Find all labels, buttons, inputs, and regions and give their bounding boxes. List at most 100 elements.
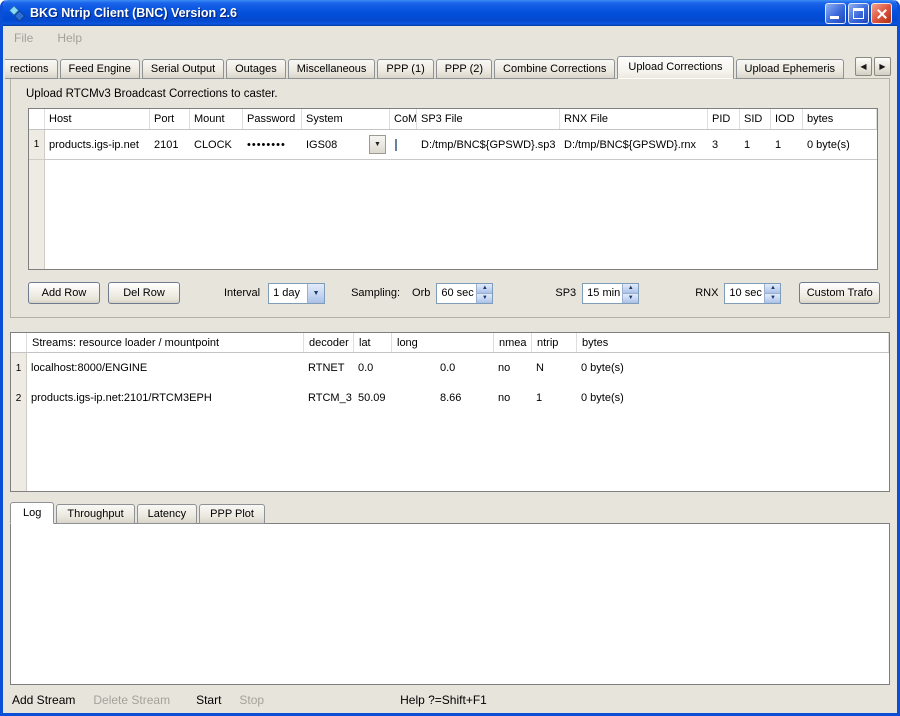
maximize-button[interactable] bbox=[848, 3, 869, 24]
column-header-pid: PID bbox=[708, 109, 740, 129]
add-stream-action[interactable]: Add Stream bbox=[12, 693, 75, 707]
stream-ntrip: N bbox=[532, 362, 577, 374]
row-number: 2 bbox=[11, 383, 26, 413]
column-header-decoder: decoder bbox=[304, 333, 354, 352]
menu-item-file[interactable]: File bbox=[12, 29, 35, 47]
tab-combine-corrections[interactable]: Combine Corrections bbox=[494, 59, 615, 79]
header-corner bbox=[11, 333, 27, 352]
stream-bytes: 0 byte(s) bbox=[577, 392, 889, 404]
dropdown-arrow-icon[interactable]: ▼ bbox=[369, 135, 386, 154]
column-header-mountpoint: Streams: resource loader / mountpoint bbox=[27, 333, 304, 352]
title-bar[interactable]: BKG Ntrip Client (BNC) Version 2.6 bbox=[3, 0, 897, 26]
status-bar: Add Stream Delete Stream Start Stop Help… bbox=[3, 687, 897, 713]
stream-nmea: no bbox=[494, 392, 532, 404]
spin-up-button[interactable]: ▲ bbox=[477, 284, 492, 294]
tab-scroll-left-button[interactable]: ◀ bbox=[855, 57, 872, 76]
sp3-label: SP3 bbox=[555, 287, 576, 299]
column-header-system: System bbox=[302, 109, 390, 129]
stream-nmea: no bbox=[494, 362, 532, 374]
app-window: BKG Ntrip Client (BNC) Version 2.6 File … bbox=[0, 0, 900, 716]
column-header-host: Host bbox=[45, 109, 150, 129]
tab-upload-ephemeris[interactable]: Upload Ephemeris bbox=[736, 59, 845, 79]
sp3-file-field[interactable]: D:/tmp/BNC${GPSWD}.sp3 bbox=[417, 139, 560, 151]
spin-down-button[interactable]: ▼ bbox=[765, 294, 780, 303]
stream-lat: 50.09 bbox=[354, 392, 392, 404]
stream-bytes: 0 byte(s) bbox=[577, 362, 889, 374]
stream-long: 0.0 bbox=[392, 362, 494, 374]
sid-field[interactable]: 1 bbox=[740, 139, 771, 151]
system-select-value: IGS08 bbox=[306, 139, 337, 151]
spin-down-button[interactable]: ▼ bbox=[623, 294, 638, 303]
tab-upload-corrections[interactable]: Upload Corrections bbox=[617, 56, 733, 79]
upload-table-row[interactable]: products.igs-ip.net 2101 CLOCK •••••••• … bbox=[45, 130, 877, 160]
dropdown-arrow-icon[interactable]: ▼ bbox=[307, 284, 324, 303]
tab-bar: rections Feed Engine Serial Output Outag… bbox=[3, 50, 897, 79]
tab-ppp-2[interactable]: PPP (2) bbox=[436, 59, 492, 79]
rnx-spinner[interactable]: 10 sec ▲ ▼ bbox=[724, 283, 781, 304]
delete-stream-action: Delete Stream bbox=[93, 693, 170, 707]
row-number: 1 bbox=[11, 353, 26, 383]
rnx-file-field[interactable]: D:/tmp/BNC${GPSWD}.rnx bbox=[560, 139, 708, 151]
mount-field[interactable]: CLOCK bbox=[190, 139, 243, 151]
del-row-button[interactable]: Del Row bbox=[108, 282, 180, 304]
interval-select[interactable]: 1 day ▼ bbox=[268, 283, 325, 304]
spin-up-button[interactable]: ▲ bbox=[765, 284, 780, 294]
tab-ppp-1[interactable]: PPP (1) bbox=[377, 59, 433, 79]
spin-down-button[interactable]: ▼ bbox=[477, 294, 492, 303]
stream-mountpoint: localhost:8000/ENGINE bbox=[27, 362, 304, 374]
custom-trafo-button[interactable]: Custom Trafo bbox=[799, 282, 880, 304]
orb-label: Orb bbox=[412, 287, 430, 299]
column-header-sp3-file: SP3 File bbox=[417, 109, 560, 129]
sp3-value: 15 min bbox=[583, 284, 622, 303]
left-arrow-icon: ◀ bbox=[860, 62, 866, 71]
upload-table: Host Port Mount Password System CoM SP3 … bbox=[28, 108, 878, 270]
close-button[interactable] bbox=[871, 3, 892, 24]
row-number-gutter: 1 2 bbox=[11, 353, 27, 491]
column-header-sid: SID bbox=[740, 109, 771, 129]
minimize-icon bbox=[830, 16, 839, 19]
bottom-tab-bar: Log Throughput Latency PPP Plot bbox=[10, 502, 897, 524]
column-header-com: CoM bbox=[390, 109, 417, 129]
pid-field[interactable]: 3 bbox=[708, 139, 740, 151]
column-header-mount: Mount bbox=[190, 109, 243, 129]
iod-field[interactable]: 1 bbox=[771, 139, 803, 151]
stop-action: Stop bbox=[239, 693, 264, 707]
stream-decoder: RTCM_3 bbox=[304, 392, 354, 404]
menu-bar: File Help bbox=[3, 26, 897, 50]
sp3-spinner[interactable]: 15 min ▲ ▼ bbox=[582, 283, 639, 304]
stream-row[interactable]: products.igs-ip.net:2101/RTCM3EPH RTCM_3… bbox=[27, 383, 889, 413]
tab-serial-output[interactable]: Serial Output bbox=[142, 59, 224, 79]
tab-log[interactable]: Log bbox=[10, 502, 54, 524]
stream-row[interactable]: localhost:8000/ENGINE RTNET 0.0 0.0 no N… bbox=[27, 353, 889, 383]
start-action[interactable]: Start bbox=[196, 693, 221, 707]
tab-latency[interactable]: Latency bbox=[137, 504, 198, 524]
add-row-button[interactable]: Add Row bbox=[28, 282, 100, 304]
menu-item-help[interactable]: Help bbox=[55, 29, 84, 47]
tab-ppp-plot[interactable]: PPP Plot bbox=[199, 504, 265, 524]
system-select[interactable]: IGS08 ▼ bbox=[302, 135, 390, 154]
tab-throughput[interactable]: Throughput bbox=[56, 504, 134, 524]
interval-label: Interval bbox=[224, 287, 260, 299]
tab-feed-engine[interactable]: Feed Engine bbox=[60, 59, 140, 79]
stream-ntrip: 1 bbox=[532, 392, 577, 404]
column-header-bytes: bytes bbox=[803, 109, 877, 129]
password-field[interactable]: •••••••• bbox=[243, 139, 302, 151]
orb-spinner[interactable]: 60 sec ▲ ▼ bbox=[436, 283, 493, 304]
port-field[interactable]: 2101 bbox=[150, 139, 190, 151]
column-header-long: long bbox=[392, 333, 494, 352]
right-arrow-icon: ▶ bbox=[879, 62, 885, 71]
column-header-bytes: bytes bbox=[577, 333, 889, 352]
app-icon bbox=[9, 5, 25, 21]
tab-outages[interactable]: Outages bbox=[226, 59, 286, 79]
tab-miscellaneous[interactable]: Miscellaneous bbox=[288, 59, 376, 79]
minimize-button[interactable] bbox=[825, 3, 846, 24]
stream-mountpoint: products.igs-ip.net:2101/RTCM3EPH bbox=[27, 392, 304, 404]
spin-up-button[interactable]: ▲ bbox=[623, 284, 638, 294]
com-checkbox[interactable] bbox=[395, 139, 397, 151]
streams-table: Streams: resource loader / mountpoint de… bbox=[10, 332, 890, 492]
host-field[interactable]: products.igs-ip.net bbox=[45, 139, 150, 151]
tab-corrections[interactable]: rections bbox=[5, 59, 58, 79]
help-text: Help ?=Shift+F1 bbox=[400, 693, 487, 707]
tab-scroll-right-button[interactable]: ▶ bbox=[874, 57, 891, 76]
column-header-lat: lat bbox=[354, 333, 392, 352]
